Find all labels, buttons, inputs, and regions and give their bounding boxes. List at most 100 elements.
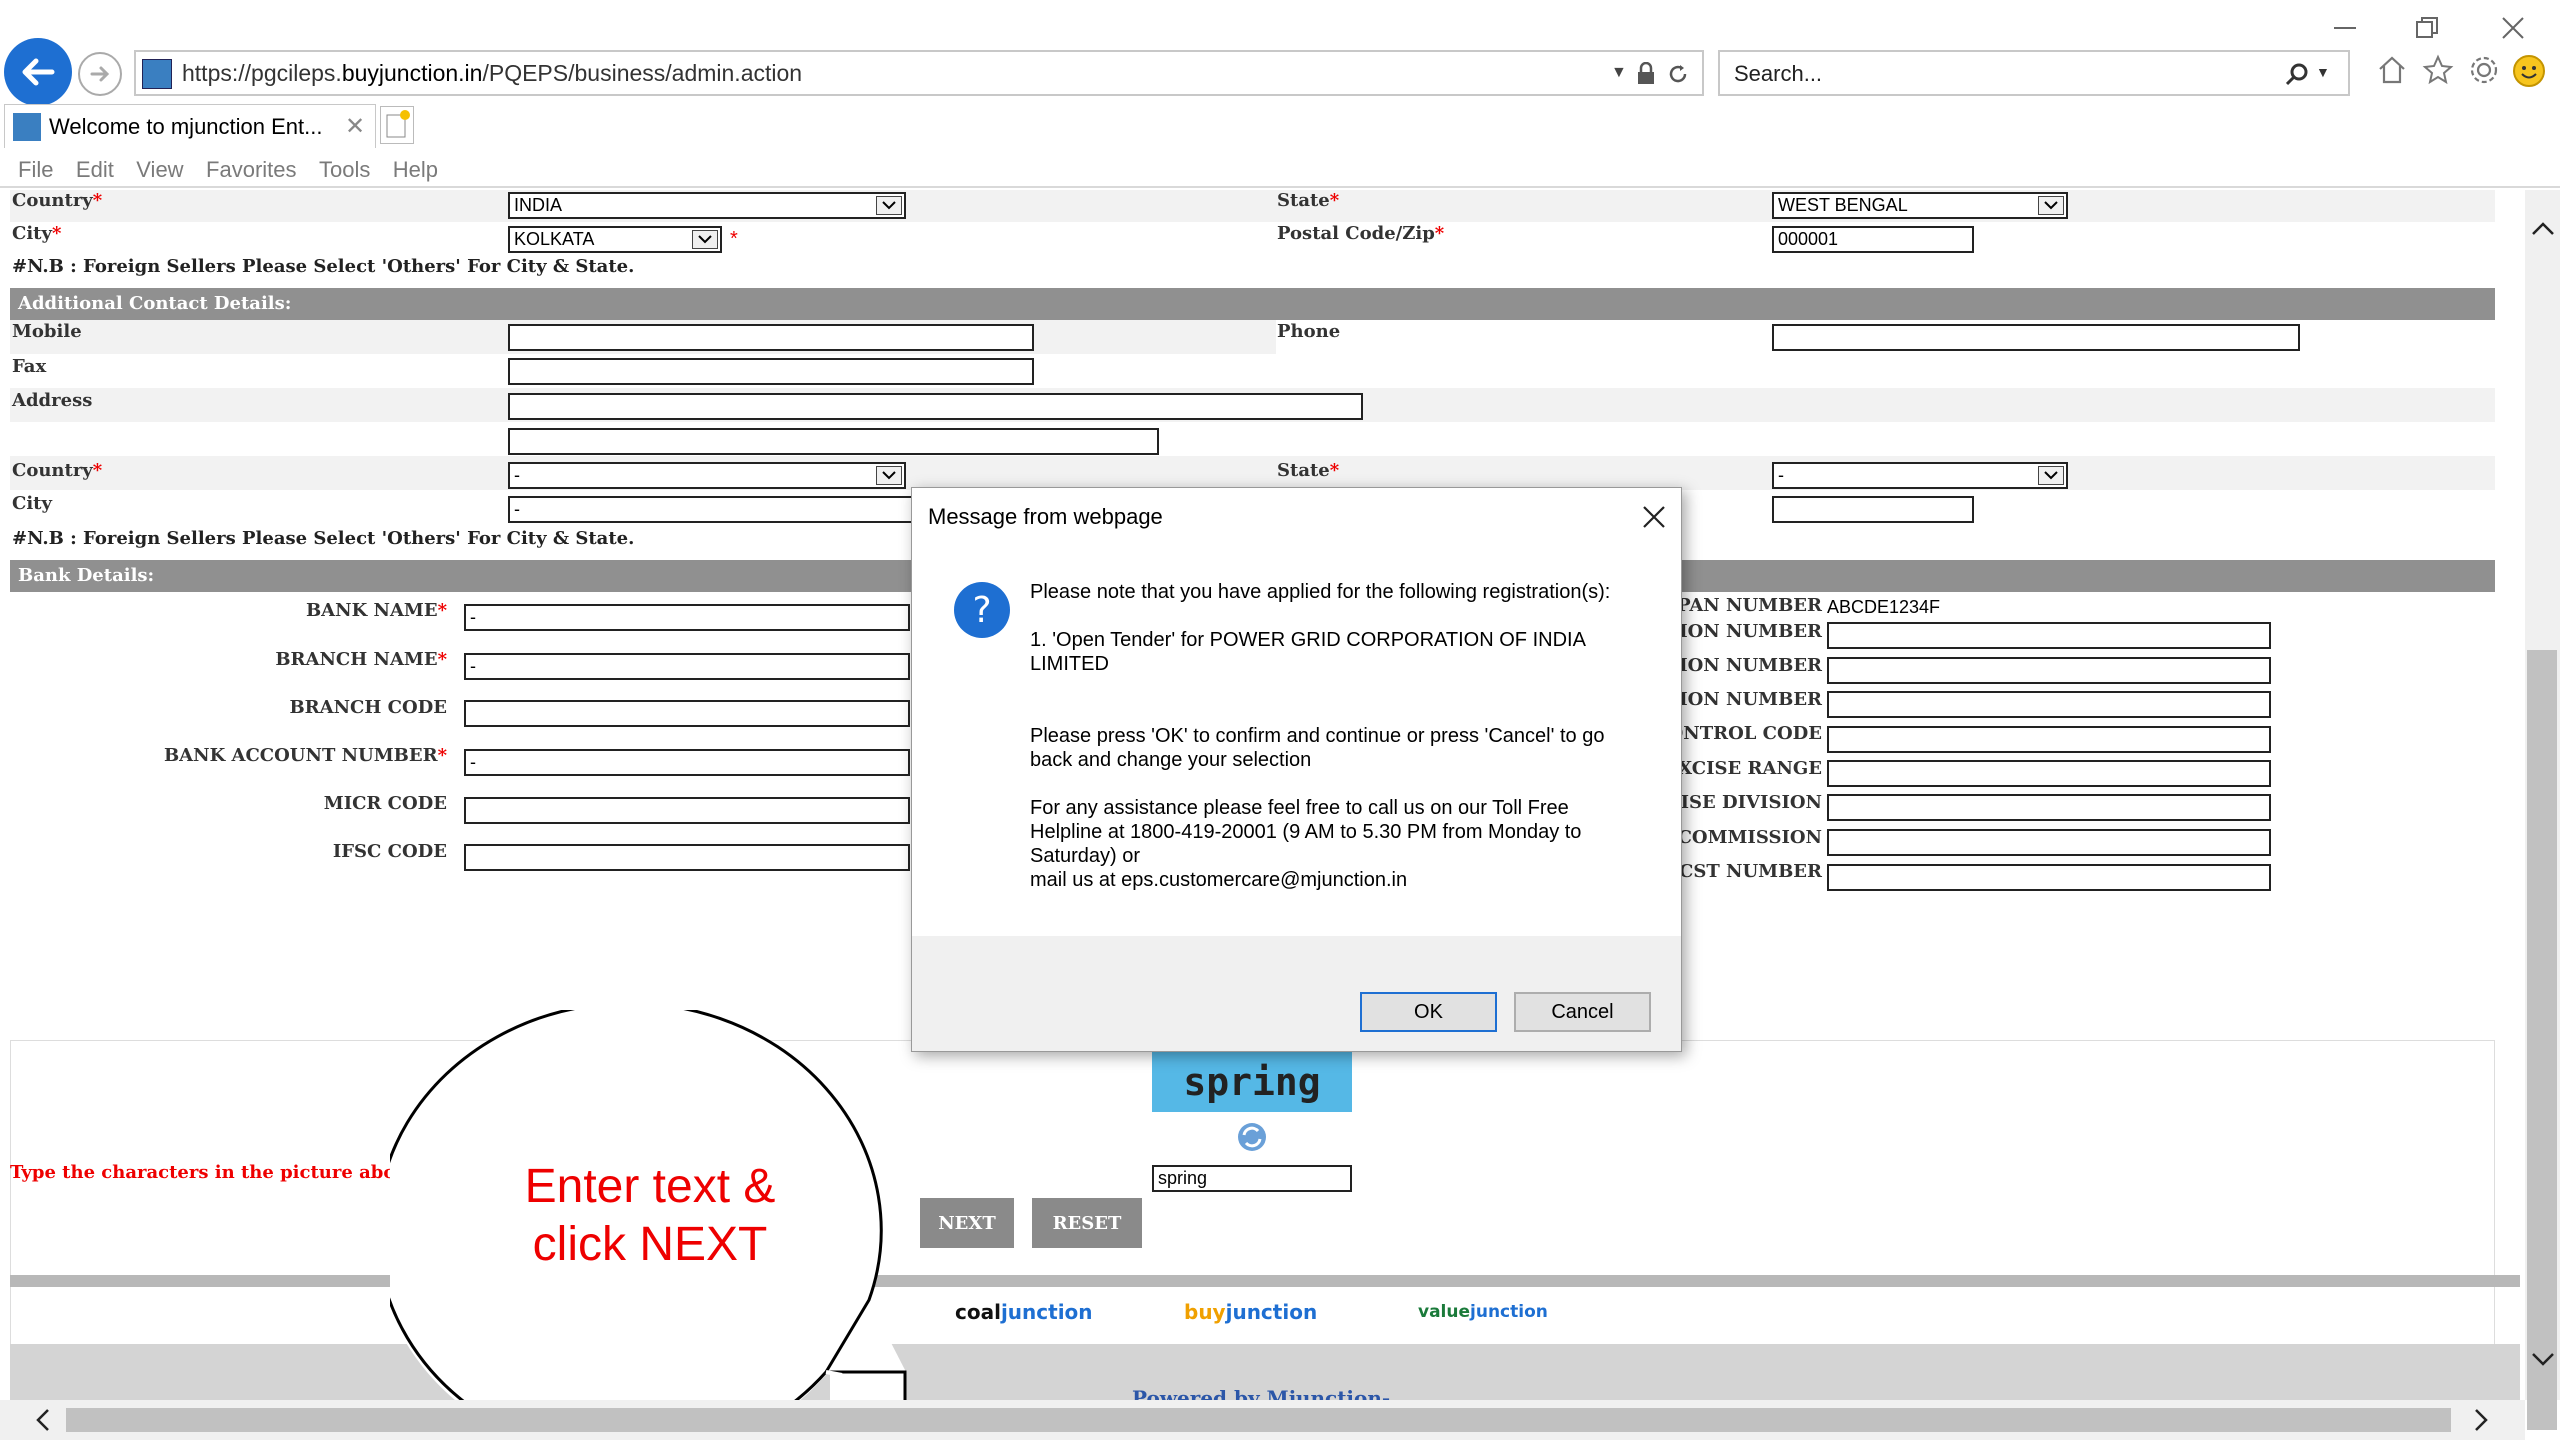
right-field-input[interactable] <box>1827 657 2271 684</box>
close-window-button[interactable] <box>2478 6 2548 50</box>
right-field-label: EXCISE RANGE <box>1664 758 1822 779</box>
postal-label: Postal Code/Zip* <box>1277 223 1445 244</box>
restore-button[interactable] <box>2392 6 2462 50</box>
contact-country-select[interactable]: - <box>508 462 906 489</box>
menu-edit[interactable]: Edit <box>76 152 114 188</box>
right-field-label: CISE DIVISION <box>1666 792 1822 813</box>
contact-country-label: Country* <box>12 460 103 481</box>
branch-name-input[interactable]: - <box>464 653 910 680</box>
mobile-label: Mobile <box>12 321 82 342</box>
fax-input[interactable] <box>508 358 1034 385</box>
dropdown-arrow-icon[interactable]: ▼ <box>1611 64 1627 82</box>
valuejunction-logo[interactable]: valuejunction <box>1418 1302 1548 1322</box>
coaljunction-logo[interactable]: coaljunction <box>955 1300 1093 1324</box>
address-line2-input[interactable] <box>508 428 1159 455</box>
country-select[interactable]: INDIA <box>508 192 906 219</box>
foreign-sellers-note: #N.B : Foreign Sellers Please Select 'Ot… <box>12 256 635 277</box>
hscroll-thumb[interactable] <box>66 1408 2451 1432</box>
row-bg <box>10 456 2495 490</box>
ifsc-code-label: IFSC CODE <box>332 841 447 862</box>
callout-text-line1: Enter text & <box>524 1160 776 1213</box>
refresh-icon[interactable] <box>1666 62 1690 86</box>
search-input[interactable]: Search... <box>1734 61 1822 87</box>
pan-number-value: ABCDE1234F <box>1827 597 1941 617</box>
chevron-down-icon <box>692 230 718 249</box>
dialog-close-icon[interactable] <box>1641 504 1667 530</box>
home-icon[interactable] <box>2376 54 2408 86</box>
section-header-contact: Additional Contact Details: <box>10 288 2495 320</box>
scroll-left-icon[interactable] <box>34 1408 52 1432</box>
mobile-input[interactable] <box>508 324 1034 351</box>
address-bar[interactable]: https://pgcileps.buyjunction.in/PQEPS/bu… <box>134 50 1704 96</box>
tab-close-icon[interactable]: ✕ <box>345 112 365 141</box>
svg-text:?: ? <box>972 590 991 631</box>
forward-button[interactable] <box>78 52 122 96</box>
right-field-input[interactable] <box>1827 726 2271 753</box>
tab-favicon <box>13 113 41 141</box>
scroll-right-icon[interactable] <box>2472 1408 2490 1432</box>
next-button[interactable]: NEXT <box>920 1198 1014 1248</box>
menu-view[interactable]: View <box>136 152 183 188</box>
lock-icon[interactable] <box>1636 62 1656 86</box>
right-field-input[interactable] <box>1827 829 2271 856</box>
menu-tools[interactable]: Tools <box>319 152 370 188</box>
feedback-smiley-icon[interactable] <box>2512 54 2546 88</box>
browser-chrome: https://pgcileps.buyjunction.in/PQEPS/bu… <box>0 0 2560 190</box>
bank-name-input[interactable]: - <box>464 604 910 631</box>
contact-city-select[interactable]: - <box>508 496 928 523</box>
right-field-input[interactable] <box>1827 691 2271 718</box>
city-label: City* <box>12 223 62 244</box>
cancel-button[interactable]: Cancel <box>1514 992 1651 1032</box>
reset-button[interactable]: RESET <box>1032 1198 1142 1248</box>
right-field-input[interactable] <box>1827 760 2271 787</box>
contact-state-select[interactable]: - <box>1772 462 2068 489</box>
phone-input[interactable] <box>1772 324 2300 351</box>
menu-file[interactable]: File <box>18 152 53 188</box>
contact-postal-input[interactable] <box>1772 496 1974 523</box>
dialog-line-helpline: For any assistance please feel free to c… <box>1030 797 1582 867</box>
scroll-up-icon[interactable] <box>2531 220 2555 236</box>
scroll-down-icon[interactable] <box>2531 1352 2555 1368</box>
search-box[interactable]: Search... ▼ <box>1718 50 2350 96</box>
back-button[interactable] <box>4 38 72 106</box>
right-field-input[interactable] <box>1827 794 2271 821</box>
gear-icon[interactable] <box>2468 54 2500 86</box>
dialog-line-tender: 1. 'Open Tender' for POWER GRID CORPORAT… <box>1030 629 1585 675</box>
pan-number-label: PAN NUMBER <box>1677 595 1822 616</box>
footer-bar <box>10 1275 2520 1287</box>
right-field-input[interactable] <box>1827 622 2271 649</box>
question-icon: ? <box>954 582 1010 638</box>
bank-name-label: BANK NAME* <box>305 600 447 621</box>
buyjunction-logo[interactable]: buyjunction <box>1184 1300 1317 1324</box>
minimize-button[interactable] <box>2310 6 2380 50</box>
captcha-input[interactable]: spring <box>1152 1165 1352 1192</box>
account-number-input[interactable]: - <box>464 749 910 776</box>
account-number-label: BANK ACCOUNT NUMBER* <box>163 745 447 766</box>
ok-button[interactable]: OK <box>1360 992 1497 1032</box>
search-icon[interactable] <box>2284 62 2310 88</box>
refresh-captcha-icon[interactable] <box>1235 1120 1269 1154</box>
branch-name-label: BRANCH NAME* <box>275 649 447 670</box>
micr-code-input[interactable] <box>464 797 910 824</box>
scroll-thumb[interactable] <box>2527 650 2557 1430</box>
city-select[interactable]: KOLKATA <box>508 226 722 253</box>
branch-code-input[interactable] <box>464 700 910 727</box>
horizontal-scrollbar[interactable] <box>0 1400 2525 1440</box>
menu-help[interactable]: Help <box>393 152 438 188</box>
menu-favorites[interactable]: Favorites <box>206 152 296 188</box>
new-tab-button[interactable] <box>380 106 414 144</box>
back-arrow-icon <box>22 58 55 86</box>
ifsc-code-input[interactable] <box>464 844 910 871</box>
favorites-star-icon[interactable] <box>2422 54 2454 86</box>
postal-input[interactable]: 000001 <box>1772 226 1974 253</box>
tab-active[interactable]: Welcome to mjunction Ent... ✕ <box>4 104 376 148</box>
search-dropdown-icon[interactable]: ▼ <box>2316 64 2330 80</box>
state-select[interactable]: WEST BENGAL <box>1772 192 2068 219</box>
forward-arrow-icon <box>90 66 110 82</box>
address-line1-input[interactable] <box>508 393 1363 420</box>
dialog-line-mail: mail us at eps.customercare@mjunction.in <box>1030 869 1408 891</box>
state-label: State* <box>1277 190 1340 211</box>
vertical-scrollbar[interactable] <box>2525 190 2560 1430</box>
country-label: Country* <box>12 190 103 211</box>
right-field-input[interactable] <box>1827 864 2271 891</box>
